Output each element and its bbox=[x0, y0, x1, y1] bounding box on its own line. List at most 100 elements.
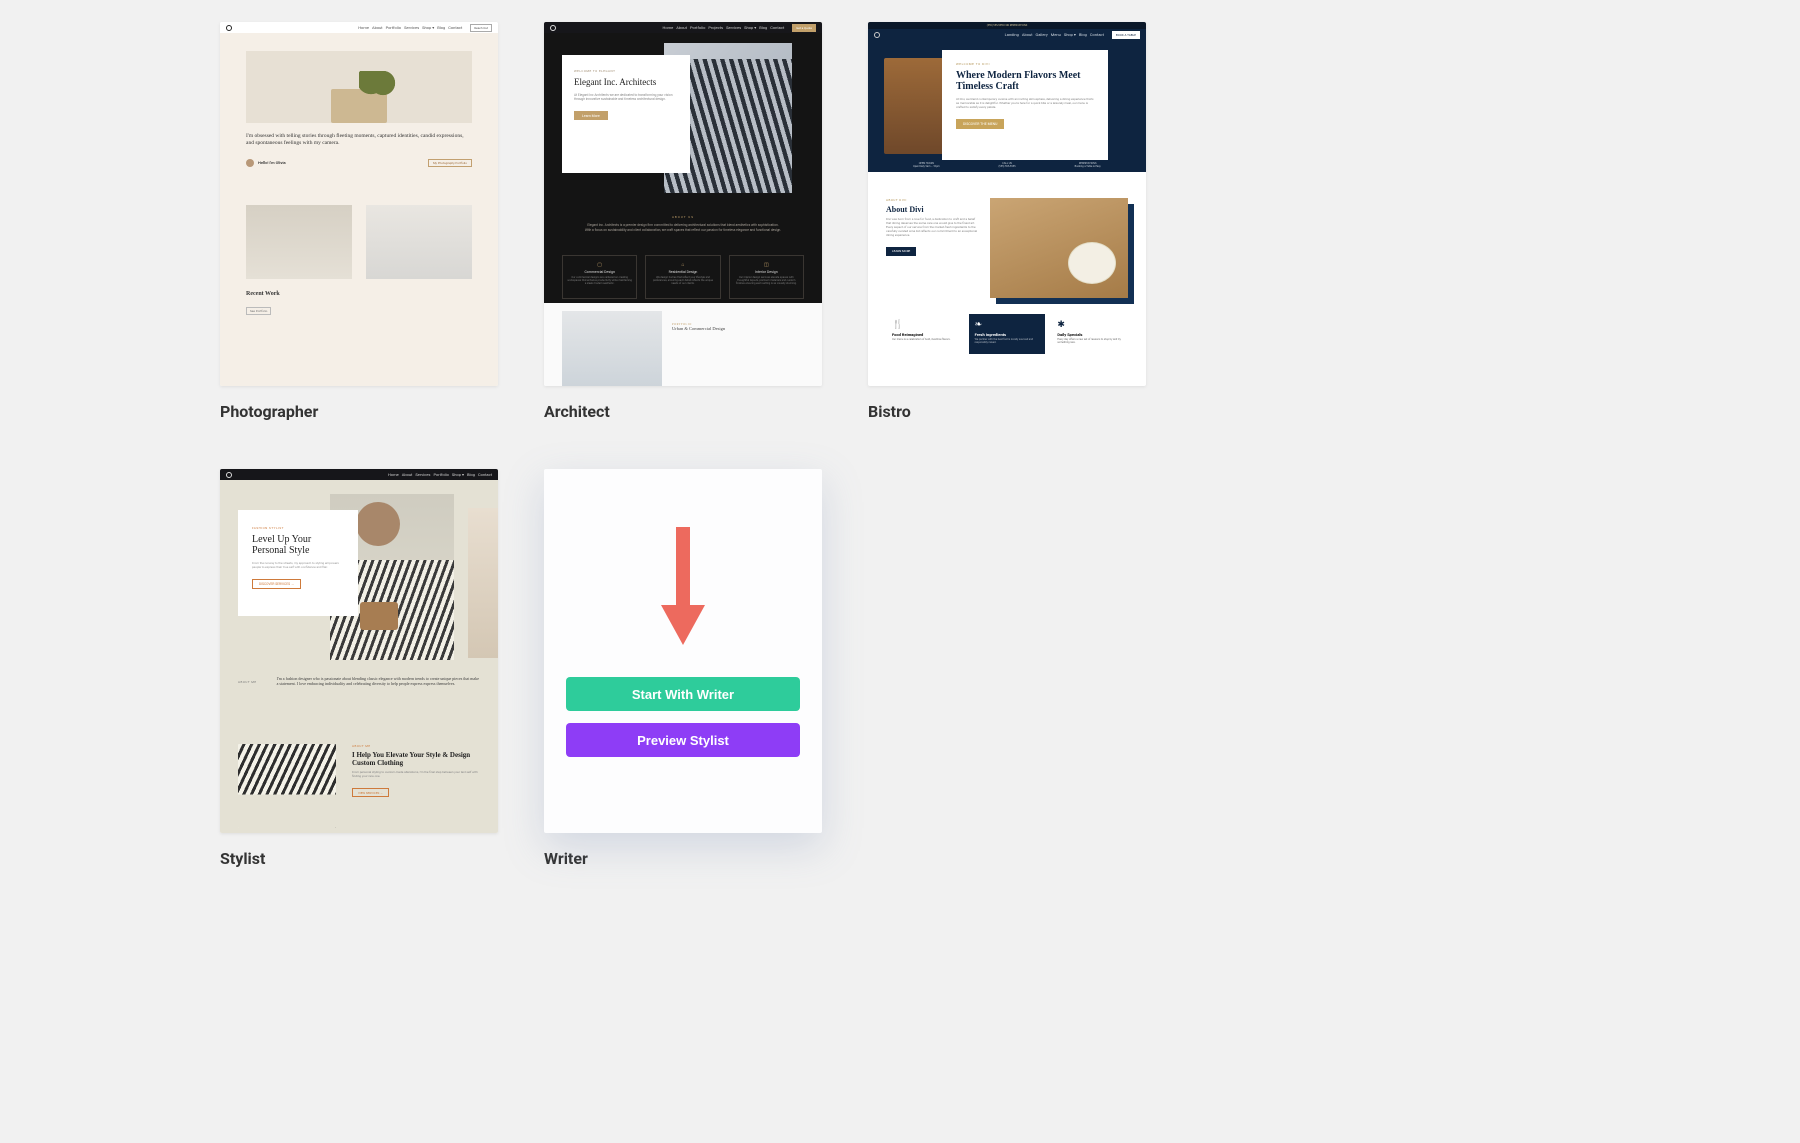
feature-icon: ◫ bbox=[734, 262, 799, 268]
leaf-icon: ❧ bbox=[975, 320, 1040, 330]
mock-nav: Home About Services Portfolio Shop ▾ Blo… bbox=[220, 469, 498, 480]
help-paragraph: From personal styling to custom-made alt… bbox=[352, 771, 480, 779]
heading: Elegant Inc. Architects bbox=[574, 77, 678, 87]
heading: Level Up Your Personal Style bbox=[252, 534, 344, 556]
fork-icon: 🍴 bbox=[892, 320, 957, 330]
hero-paragraph: At Elegant Inc Architects we are dedicat… bbox=[574, 93, 678, 101]
mock-nav: Home About Portfolio Services Shop ▾ Blo… bbox=[220, 22, 498, 33]
nav-items: Home About Portfolio Services Shop ▾ Blo… bbox=[358, 25, 462, 30]
nav-items: Home About Portfolio Projects Services S… bbox=[663, 25, 785, 30]
author-name: Hello! I'm Olivia bbox=[258, 160, 286, 165]
about-eyebrow: ABOUT US bbox=[584, 215, 782, 219]
arrow-down-icon bbox=[661, 527, 705, 655]
features-row: 🍴Food ReimaginedOur menu is a celebratio… bbox=[868, 314, 1146, 364]
help-heading: I Help You Elevate Your Style & Design C… bbox=[352, 751, 480, 767]
help-section: ABOUT ME I Help You Elevate Your Style &… bbox=[238, 744, 480, 828]
start-with-button[interactable]: Start With Writer bbox=[566, 677, 800, 711]
template-gallery: Home About Portfolio Services Shop ▾ Blo… bbox=[0, 0, 1800, 890]
feature-icon: ▢ bbox=[567, 262, 632, 268]
hero-cta: DISCOVER THE MENU bbox=[956, 119, 1004, 129]
template-tile-architect[interactable]: Home About Portfolio Projects Services S… bbox=[544, 22, 822, 421]
about-paragraph: I'm a fashion designer who is passionate… bbox=[277, 676, 480, 687]
template-caption: Photographer bbox=[220, 402, 498, 421]
star-icon: ✱ bbox=[1057, 320, 1122, 330]
template-thumbnail: (555) 555-5555 FOR RESERVATIONS Landing … bbox=[868, 22, 1146, 386]
about-section: ABOUT US Elegant Inc. Architects is a pr… bbox=[544, 215, 822, 232]
feature-card: ❧Fresh IngredientsWe partner with the be… bbox=[969, 314, 1046, 354]
help-image bbox=[238, 744, 336, 828]
author-button: My Photography Portfolio bbox=[428, 159, 472, 167]
feature-card: ▢Commercial DesignOur commercial designs… bbox=[562, 255, 637, 299]
hat-image bbox=[356, 502, 400, 546]
hero-paragraph: At Divi, we blend contemporary cuisine w… bbox=[956, 98, 1094, 110]
about-cta: LEARN MORE bbox=[886, 247, 916, 256]
footer-image bbox=[562, 311, 662, 386]
author-row: Hello! I'm Olivia My Photography Portfol… bbox=[246, 159, 472, 167]
heading: Where Modern Flavors Meet Timeless Craft bbox=[956, 70, 1094, 92]
hero-paragraph: From the runway to the streets, my appro… bbox=[252, 562, 344, 570]
about-paragraph: Elegant Inc. Architects is a premier des… bbox=[585, 223, 781, 231]
feature-icon: ⌂ bbox=[650, 262, 715, 268]
logo-icon bbox=[226, 472, 232, 478]
bag-image bbox=[360, 602, 398, 630]
image-grid bbox=[246, 205, 472, 279]
preview-button[interactable]: Preview Stylist bbox=[566, 723, 800, 757]
feature-card: 🍴Food ReimaginedOur menu is a celebratio… bbox=[886, 314, 963, 354]
grid-image bbox=[246, 205, 352, 279]
template-tile-writer[interactable]: Start With Writer Preview Stylist Writer bbox=[544, 469, 822, 868]
eyebrow: FASHION STYLIST bbox=[252, 526, 344, 530]
hero-card: WELCOME TO ELEGANT Elegant Inc. Architec… bbox=[562, 55, 690, 173]
template-caption: Stylist bbox=[220, 849, 498, 868]
about-section: ABOUT ME I'm a fashion designer who is p… bbox=[238, 676, 480, 687]
hero-cta: Learn More bbox=[574, 111, 608, 120]
template-caption: Bistro bbox=[868, 402, 1146, 421]
feature-card: ◫Interior DesignOur interior design serv… bbox=[729, 255, 804, 299]
template-thumbnail: Home About Portfolio Projects Services S… bbox=[544, 22, 822, 386]
logo-icon bbox=[874, 32, 880, 38]
template-tile-photographer[interactable]: Home About Portfolio Services Shop ▾ Blo… bbox=[220, 22, 498, 421]
template-caption: Architect bbox=[544, 402, 822, 421]
template-thumbnail: Home About Portfolio Services Shop ▾ Blo… bbox=[220, 22, 498, 386]
template-thumbnail-hover: Start With Writer Preview Stylist bbox=[544, 469, 822, 833]
nav-cta: Get a Quote bbox=[792, 24, 816, 32]
help-text: ABOUT ME I Help You Elevate Your Style &… bbox=[352, 744, 480, 828]
eyebrow: WELCOME TO DIVI bbox=[956, 62, 1094, 66]
template-thumbnail: Home About Services Portfolio Shop ▾ Blo… bbox=[220, 469, 498, 833]
nav-cta: Reach Out bbox=[470, 24, 492, 32]
nav-cta: BOOK A TABLE bbox=[1112, 31, 1140, 39]
eyebrow: WELCOME TO ELEGANT bbox=[574, 69, 678, 73]
top-strip: (555) 555-5555 FOR RESERVATIONS bbox=[868, 22, 1146, 29]
about-text: ABOUT DIVI About Divi Divi was born from… bbox=[886, 198, 980, 298]
recent-work-title: Recent Work bbox=[246, 291, 472, 297]
hero-card: WELCOME TO DIVI Where Modern Flavors Mee… bbox=[942, 50, 1108, 160]
mock-body: WELCOME TO ELEGANT Elegant Inc. Architec… bbox=[544, 33, 822, 303]
help-eyebrow: ABOUT ME bbox=[352, 744, 480, 748]
mock-nav: Landing About Gallery Menu Shop ▾ Blog C… bbox=[868, 29, 1146, 40]
mock-nav: Home About Portfolio Projects Services S… bbox=[544, 22, 822, 33]
avatar bbox=[246, 159, 254, 167]
hero-cta: DISCOVER SERVICES → bbox=[252, 579, 301, 589]
side-image bbox=[468, 508, 498, 658]
nav-items: Home About Services Portfolio Shop ▾ Blo… bbox=[388, 472, 492, 477]
hero-image bbox=[246, 51, 472, 123]
grid-image bbox=[366, 205, 472, 279]
template-caption: Writer bbox=[544, 849, 822, 868]
hero-card: FASHION STYLIST Level Up Your Personal S… bbox=[238, 510, 358, 616]
about-paragraph: Divi was born from a love for food, a de… bbox=[886, 218, 980, 237]
template-tile-stylist[interactable]: Home About Services Portfolio Shop ▾ Blo… bbox=[220, 469, 498, 868]
feature-cards: ▢Commercial DesignOur commercial designs… bbox=[562, 255, 804, 299]
nav-items: Landing About Gallery Menu Shop ▾ Blog C… bbox=[1005, 32, 1104, 37]
footer-section: PORTFOLIO Urban & Commercial Design bbox=[544, 303, 822, 386]
template-tile-bistro[interactable]: (555) 555-5555 FOR RESERVATIONS Landing … bbox=[868, 22, 1146, 421]
logo-icon bbox=[226, 25, 232, 31]
mock-body: I'm obsessed with telling stories throug… bbox=[220, 33, 498, 386]
cheese-image bbox=[1068, 242, 1116, 284]
about-section: ABOUT DIVI About Divi Divi was born from… bbox=[868, 172, 1146, 314]
help-cta: VIEW SERVICES → bbox=[352, 788, 389, 797]
about-label: ABOUT ME bbox=[238, 676, 257, 687]
feature-card: ⌂Residential DesignWe design homes that … bbox=[645, 255, 720, 299]
hero-section: WELCOME TO DIVI Where Modern Flavors Mee… bbox=[868, 40, 1146, 172]
hero-paragraph: I'm obsessed with telling stories throug… bbox=[246, 133, 472, 147]
footer-title: Urban & Commercial Design bbox=[672, 326, 725, 331]
about-eyebrow: ABOUT DIVI bbox=[886, 198, 980, 202]
